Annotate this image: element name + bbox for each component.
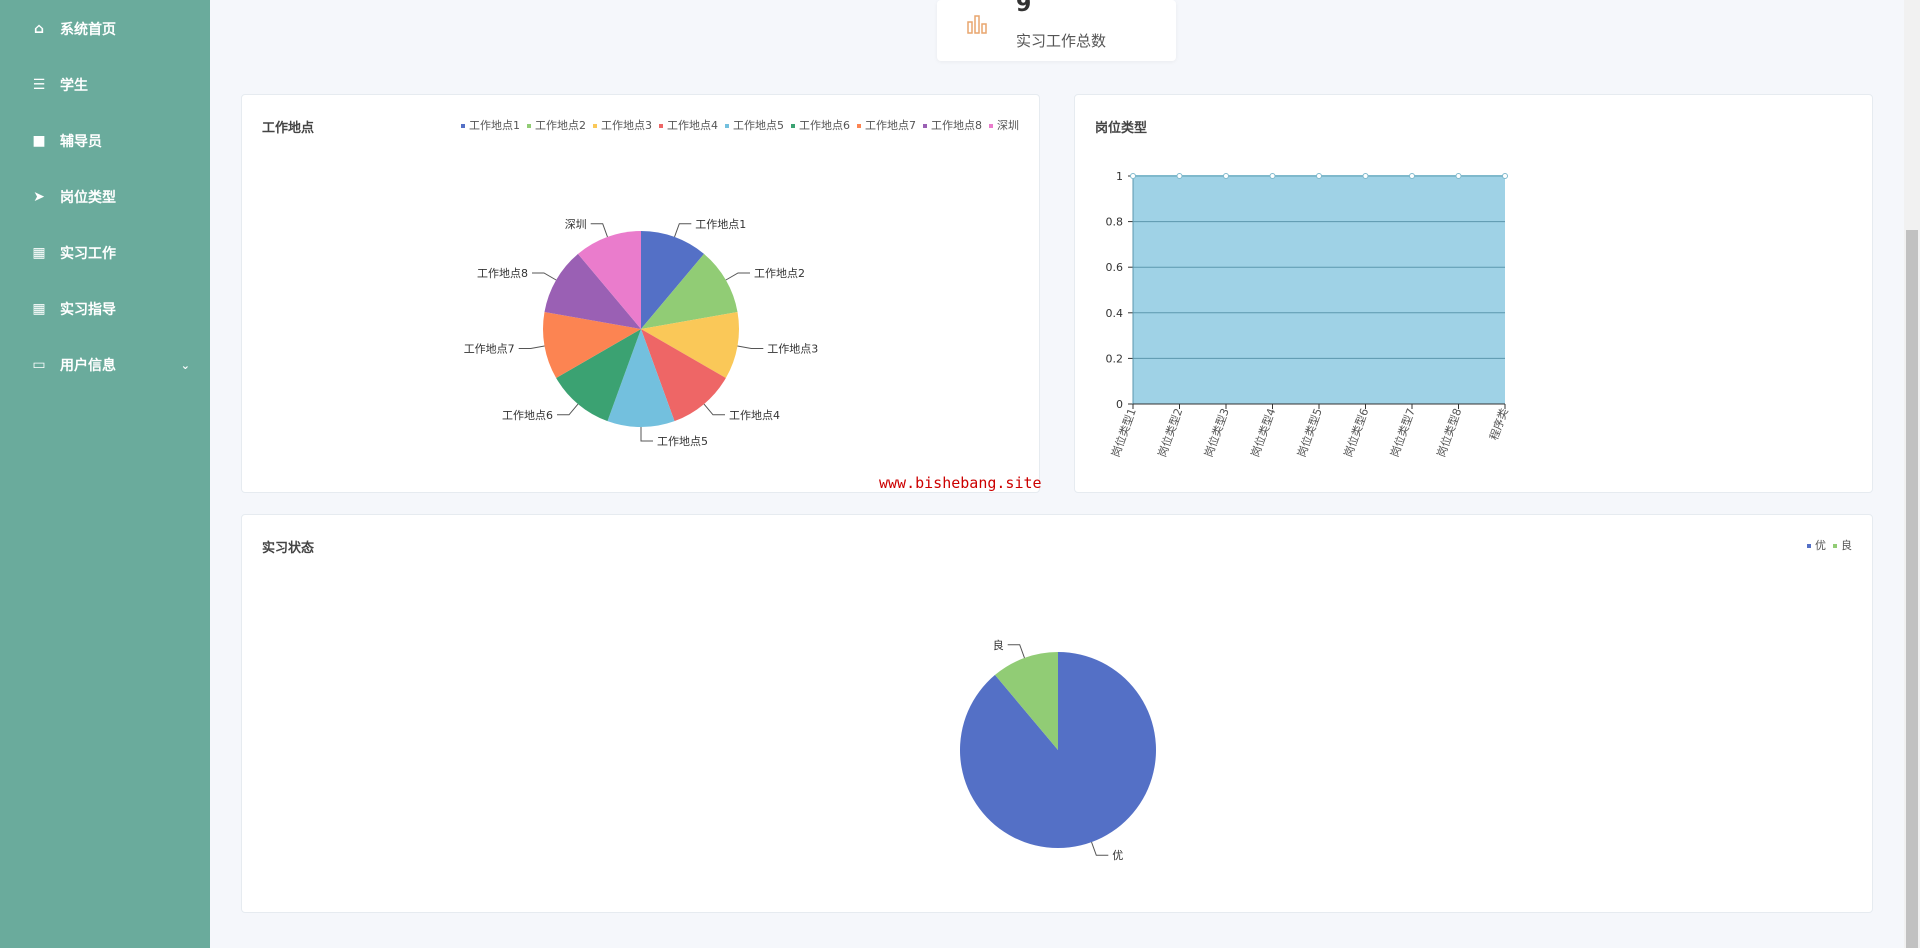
label-line [737, 345, 764, 349]
label-line [1007, 644, 1025, 659]
card-icon: ▭ [32, 357, 46, 373]
area-fill [1133, 176, 1505, 404]
sidebar: ⌂ 系统首页 ☰ 学生 ■ 辅导员 ➤ 岗位类型 ▦ 实习工作 ▦ 实习指导 ▭ 用户信息 ⌄ [0, 0, 210, 948]
y-tick-label: 0.2 [1106, 352, 1124, 365]
data-point[interactable] [1223, 173, 1229, 179]
slice-label: 良 [993, 638, 1004, 652]
sidebar-item-6[interactable]: ▦ 实习指导 [0, 289, 210, 329]
y-tick-label: 0.6 [1106, 261, 1124, 274]
chevron-down-icon[interactable]: ⌄ [181, 359, 190, 372]
grid-icon: ▦ [32, 245, 46, 261]
scrollbar[interactable] [1904, 0, 1920, 948]
sidebar-item-label: 辅导员 [60, 134, 102, 150]
job-type-chart-card: 岗位类型 0 0.2 0.4 0.6 0.8 1 岗位类型1 岗位类型2 岗位类型3 岗位类型4 岗… [1074, 94, 1873, 493]
sidebar-item-5[interactable]: ▦ 实习工作 [0, 233, 210, 273]
data-point[interactable] [1269, 173, 1276, 179]
sidebar-item-2[interactable]: ☰ 学生 [0, 65, 210, 105]
sidebar-item-label: 实习工作 [60, 246, 116, 262]
x-tick-label: 岗位类型7 [1387, 406, 1418, 459]
slice-label: 工作地点2 [754, 267, 805, 280]
slice-label: 工作地点4 [729, 409, 780, 422]
slice-label: 工作地点5 [657, 435, 708, 448]
stat-label: 实习工作总数 [1016, 32, 1107, 50]
sidebar-item-label: 用户信息 [60, 358, 116, 374]
label-line [640, 427, 653, 442]
slice-label: 工作地点6 [502, 409, 553, 422]
sidebar-item-3[interactable]: ■ 辅导员 [0, 121, 210, 161]
label-line [725, 272, 750, 281]
sidebar-item-label: 系统首页 [60, 22, 116, 38]
user-icon: ■ [32, 133, 46, 149]
label-line [674, 223, 692, 238]
slice-label: 工作地点7 [464, 342, 515, 355]
data-point[interactable] [1176, 173, 1183, 179]
x-tick-label: 岗位类型2 [1155, 406, 1186, 459]
y-tick-label: 1 [1116, 170, 1123, 183]
label-line [557, 403, 579, 416]
stat-value: 9 [1016, 0, 1032, 17]
send-icon: ➤ [33, 189, 45, 205]
y-tick-label: 0 [1116, 398, 1123, 411]
data-point[interactable] [1316, 173, 1322, 179]
sidebar-item-label: 岗位类型 [60, 190, 116, 206]
x-tick-label: 岗位类型1 [1108, 406, 1139, 459]
x-tick-label: 岗位类型6 [1341, 406, 1372, 459]
y-tick-label: 0.8 [1106, 216, 1124, 229]
data-point[interactable] [1455, 173, 1462, 179]
x-tick-label: 程序类 [1486, 406, 1510, 442]
data-point[interactable] [1409, 173, 1415, 179]
data-point[interactable] [1130, 173, 1136, 179]
sidebar-item-label: 学生 [60, 78, 88, 94]
bar-chart-icon [967, 15, 987, 34]
label-line [703, 403, 725, 416]
label-line [1091, 841, 1109, 856]
watermark: www.bishebang.site [879, 474, 1042, 492]
slice-label: 工作地点8 [477, 267, 528, 280]
slice-label: 工作地点3 [767, 342, 818, 355]
location-chart-card: 工作地点 工作地点1 工作地点2 工作地点3 工作地点4 工作地点5 工作地点6 工作地点7… [241, 94, 1040, 493]
data-point[interactable] [1502, 173, 1508, 179]
x-tick-label: 岗位类型8 [1434, 406, 1465, 459]
sidebar-item-label: 实习指导 [60, 302, 116, 318]
status-pie-chart: 优良 [960, 638, 1156, 862]
sidebar-item-1[interactable]: ⌂ 系统首页 [0, 9, 210, 49]
scrollbar-thumb[interactable] [1906, 230, 1918, 948]
x-tick-label: 岗位类型5 [1294, 406, 1325, 459]
sliders-icon: ☰ [32, 77, 46, 93]
label-line [532, 272, 557, 281]
status-chart-card: 实习状态 优良 优良 [241, 514, 1873, 913]
label-line [518, 345, 545, 349]
slice-label: 工作地点1 [695, 218, 746, 231]
location-pie-chart: 工作地点1 工作地点2 工作地点3 工作地点4 工作地点5 工作地点6 工作地点7 工作地点8… [464, 218, 819, 448]
y-tick-label: 0.4 [1106, 307, 1124, 320]
data-point[interactable] [1362, 173, 1369, 179]
home-icon: ⌂ [33, 21, 45, 37]
sidebar-item-7[interactable]: ▭ 用户信息 ⌄ [0, 345, 210, 385]
x-tick-label: 岗位类型3 [1201, 406, 1232, 459]
sidebar-item-4[interactable]: ➤ 岗位类型 [0, 177, 210, 217]
job-type-area-chart: 0 0.2 0.4 0.6 0.8 1 岗位类型1 岗位类型2 岗位类型3 岗位类型4 岗位类型5 岗… [1106, 170, 1511, 459]
slice-label: 优 [1112, 849, 1123, 862]
label-line [590, 223, 608, 238]
x-tick-label: 岗位类型4 [1248, 406, 1279, 459]
grid-icon: ▦ [32, 301, 46, 317]
stat-card: 9 实习工作总数 [937, 0, 1176, 61]
slice-label: 深圳 [565, 218, 587, 231]
